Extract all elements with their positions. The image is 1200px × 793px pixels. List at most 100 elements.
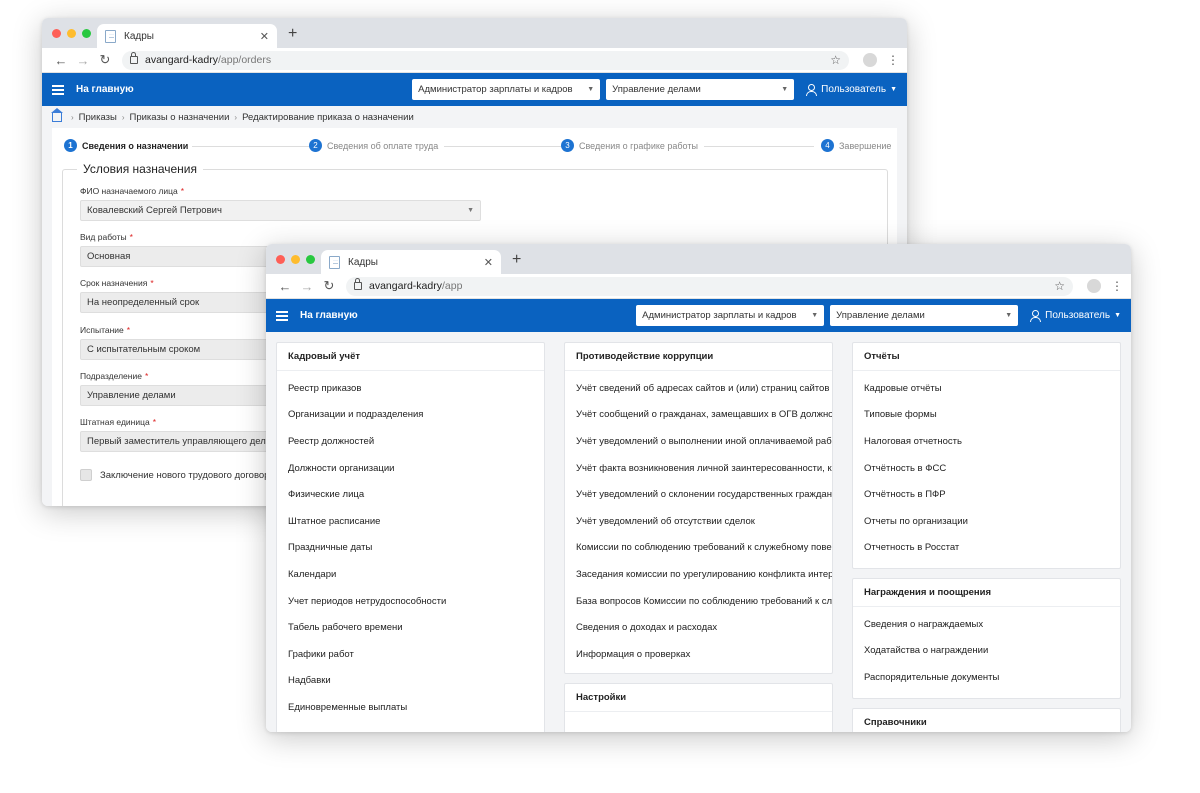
role-select[interactable]: Администратор зарплаты и кадров ▼ [412, 79, 601, 100]
card-title: Справочники [853, 709, 1120, 732]
new-tab-button[interactable]: + [288, 25, 297, 43]
fio-select[interactable]: Ковалевский Сергей Петрович ▼ [80, 200, 481, 221]
home-icon[interactable] [51, 107, 63, 122]
menu-item[interactable]: Надбавки [277, 668, 544, 695]
close-icon[interactable]: ✕ [484, 256, 493, 269]
menu-item[interactable]: Сведения о награждаемых [853, 611, 1120, 638]
user-icon [806, 84, 818, 96]
menu-item[interactable]: Реестр приказов [277, 375, 544, 402]
star-icon[interactable]: ☆ [830, 53, 841, 67]
menu-item[interactable]: Заседания комиссии по урегулированию кон… [565, 561, 832, 588]
menu-item[interactable]: База вопросов Комиссии по соблюдению тре… [565, 588, 832, 615]
reload-icon[interactable]: ↻ [318, 278, 340, 294]
menu-item[interactable]: Кадровые отчёты [853, 375, 1120, 402]
menu-item[interactable]: Сведения о доходах и расходах [565, 614, 832, 641]
document-icon [329, 255, 340, 269]
menu-item[interactable]: Организации и подразделения [277, 402, 544, 429]
url-field[interactable]: avangard-kadry/app ☆ [346, 276, 1073, 296]
menu-item[interactable]: Налоговая отчетность [853, 428, 1120, 455]
step-completion[interactable]: 4 Завершение [821, 139, 896, 152]
menu-item[interactable]: Учёт факта возникновения личной заинтере… [565, 455, 832, 482]
department-select[interactable]: Управление делами ▼ [830, 305, 1019, 326]
menu-item[interactable]: Информация о проверках [565, 641, 832, 668]
menu-item[interactable]: Комиссии по соблюдению требований к служ… [565, 535, 832, 562]
new-contract-checkbox-row[interactable]: Заключение нового трудового договора (сл… [80, 469, 296, 481]
menu-item[interactable]: Отчеты по организации [853, 508, 1120, 535]
browser-tab[interactable]: Кадры ✕ [321, 250, 501, 274]
close-window-button[interactable] [276, 255, 285, 264]
menu-item[interactable]: Должности организации [277, 455, 544, 482]
home-link[interactable]: На главную [76, 84, 134, 95]
menu-item[interactable]: Физические лица [277, 481, 544, 508]
menu-item[interactable]: Отчётность в ПФР [853, 481, 1120, 508]
new-contract-checkbox[interactable] [80, 469, 92, 481]
maximize-window-button[interactable] [306, 255, 315, 264]
menu-item[interactable]: Типовые формы [853, 402, 1120, 429]
profile-avatar[interactable] [1087, 279, 1101, 293]
department-select[interactable]: Управление делами ▼ [606, 79, 795, 100]
breadcrumb-orders[interactable]: Приказы [79, 112, 117, 123]
user-menu[interactable]: Пользователь ▼ [1030, 310, 1121, 322]
menu-item[interactable]: Учёт уведомлений об отсутствии сделок [565, 508, 832, 535]
browser-tab[interactable]: Кадры ✕ [97, 24, 277, 48]
role-select-value: Администратор зарплаты и кадров [642, 310, 797, 321]
role-select[interactable]: Администратор зарплаты и кадров ▼ [636, 305, 825, 326]
card-title: Настройки [565, 684, 832, 712]
forward-arrow-icon[interactable]: → [72, 53, 94, 68]
menu-item[interactable]: Календари [277, 561, 544, 588]
field-label-staff-unit: Штатная единица * [80, 417, 157, 427]
menu-item[interactable]: Табель рабочего времени [277, 614, 544, 641]
back-arrow-icon[interactable]: ← [50, 53, 72, 68]
card-title: Награждения и поощрения [853, 579, 1120, 607]
menu-item[interactable]: Реестр должностей [277, 428, 544, 455]
menu-item[interactable]: Штатное расписание [277, 508, 544, 535]
menu-item[interactable]: Учёт сведений об адресах сайтов и (или) … [565, 375, 832, 402]
fio-value: Ковалевский Сергей Петрович [87, 205, 222, 216]
field-label-term: Срок назначения * [80, 278, 154, 288]
star-icon[interactable]: ☆ [1054, 279, 1065, 293]
step-assignment-info[interactable]: 1 Сведения о назначении [64, 139, 193, 152]
menu-item[interactable]: Учет периодов нетрудоспособности [277, 588, 544, 615]
more-menu-icon[interactable]: ⋮ [1111, 279, 1123, 293]
step-pay-info[interactable]: 2 Сведения об оплате труда [309, 139, 443, 152]
back-arrow-icon[interactable]: ← [274, 279, 296, 294]
url-field[interactable]: avangard-kadry/app/orders ☆ [122, 50, 849, 70]
close-icon[interactable]: ✕ [260, 30, 269, 43]
hr-menu-list: Реестр приказов Организации и подразделе… [277, 371, 544, 721]
lock-icon [130, 52, 138, 64]
menu-item[interactable]: Отчетность в Росстат [853, 535, 1120, 562]
menu-item[interactable]: Учёт уведомлений о выполнении иной оплач… [565, 428, 832, 455]
step-label: Сведения о назначении [82, 140, 189, 151]
menu-item[interactable]: Графики работ [277, 641, 544, 668]
menu-item[interactable]: Праздничные даты [277, 535, 544, 562]
breadcrumb-appointment-orders[interactable]: Приказы о назначении [130, 112, 230, 123]
anticorruption-menu-list: Учёт сведений об адресах сайтов и (или) … [565, 371, 832, 668]
card-settings: Настройки [564, 683, 833, 732]
menu-item[interactable]: Единовременные выплаты [277, 694, 544, 721]
more-menu-icon[interactable]: ⋮ [887, 53, 899, 67]
new-tab-button[interactable]: + [512, 251, 521, 269]
menu-item[interactable]: Отчётность в ФСС [853, 455, 1120, 482]
minimize-window-button[interactable] [67, 29, 76, 38]
menu-item[interactable]: Учёт сообщений о гражданах, замещавших в… [565, 402, 832, 429]
term-value: На неопределенный срок [87, 297, 200, 308]
work-type-value: Основная [87, 251, 131, 262]
menu-item[interactable]: Ходатайства о награждении [853, 638, 1120, 665]
minimize-window-button[interactable] [291, 255, 300, 264]
reload-icon[interactable]: ↻ [94, 52, 116, 68]
breadcrumb: › Приказы › Приказы о назначении › Редак… [42, 106, 907, 128]
profile-avatar[interactable] [863, 53, 877, 67]
forward-arrow-icon[interactable]: → [296, 279, 318, 294]
maximize-window-button[interactable] [82, 29, 91, 38]
home-link[interactable]: На главную [300, 310, 358, 321]
close-window-button[interactable] [52, 29, 61, 38]
menu-item[interactable]: Учёт уведомлений о склонении государстве… [565, 481, 832, 508]
hamburger-menu-icon[interactable] [276, 310, 288, 321]
reports-menu-list: Кадровые отчёты Типовые формы Налоговая … [853, 371, 1120, 561]
hamburger-menu-icon[interactable] [52, 84, 64, 95]
tab-title: Кадры [124, 30, 154, 42]
menu-item[interactable]: Распорядительные документы [853, 664, 1120, 691]
field-label-probation: Испытание * [80, 325, 131, 335]
step-schedule-info[interactable]: 3 Сведения о графике работы [561, 139, 702, 152]
user-menu[interactable]: Пользователь ▼ [806, 84, 897, 96]
